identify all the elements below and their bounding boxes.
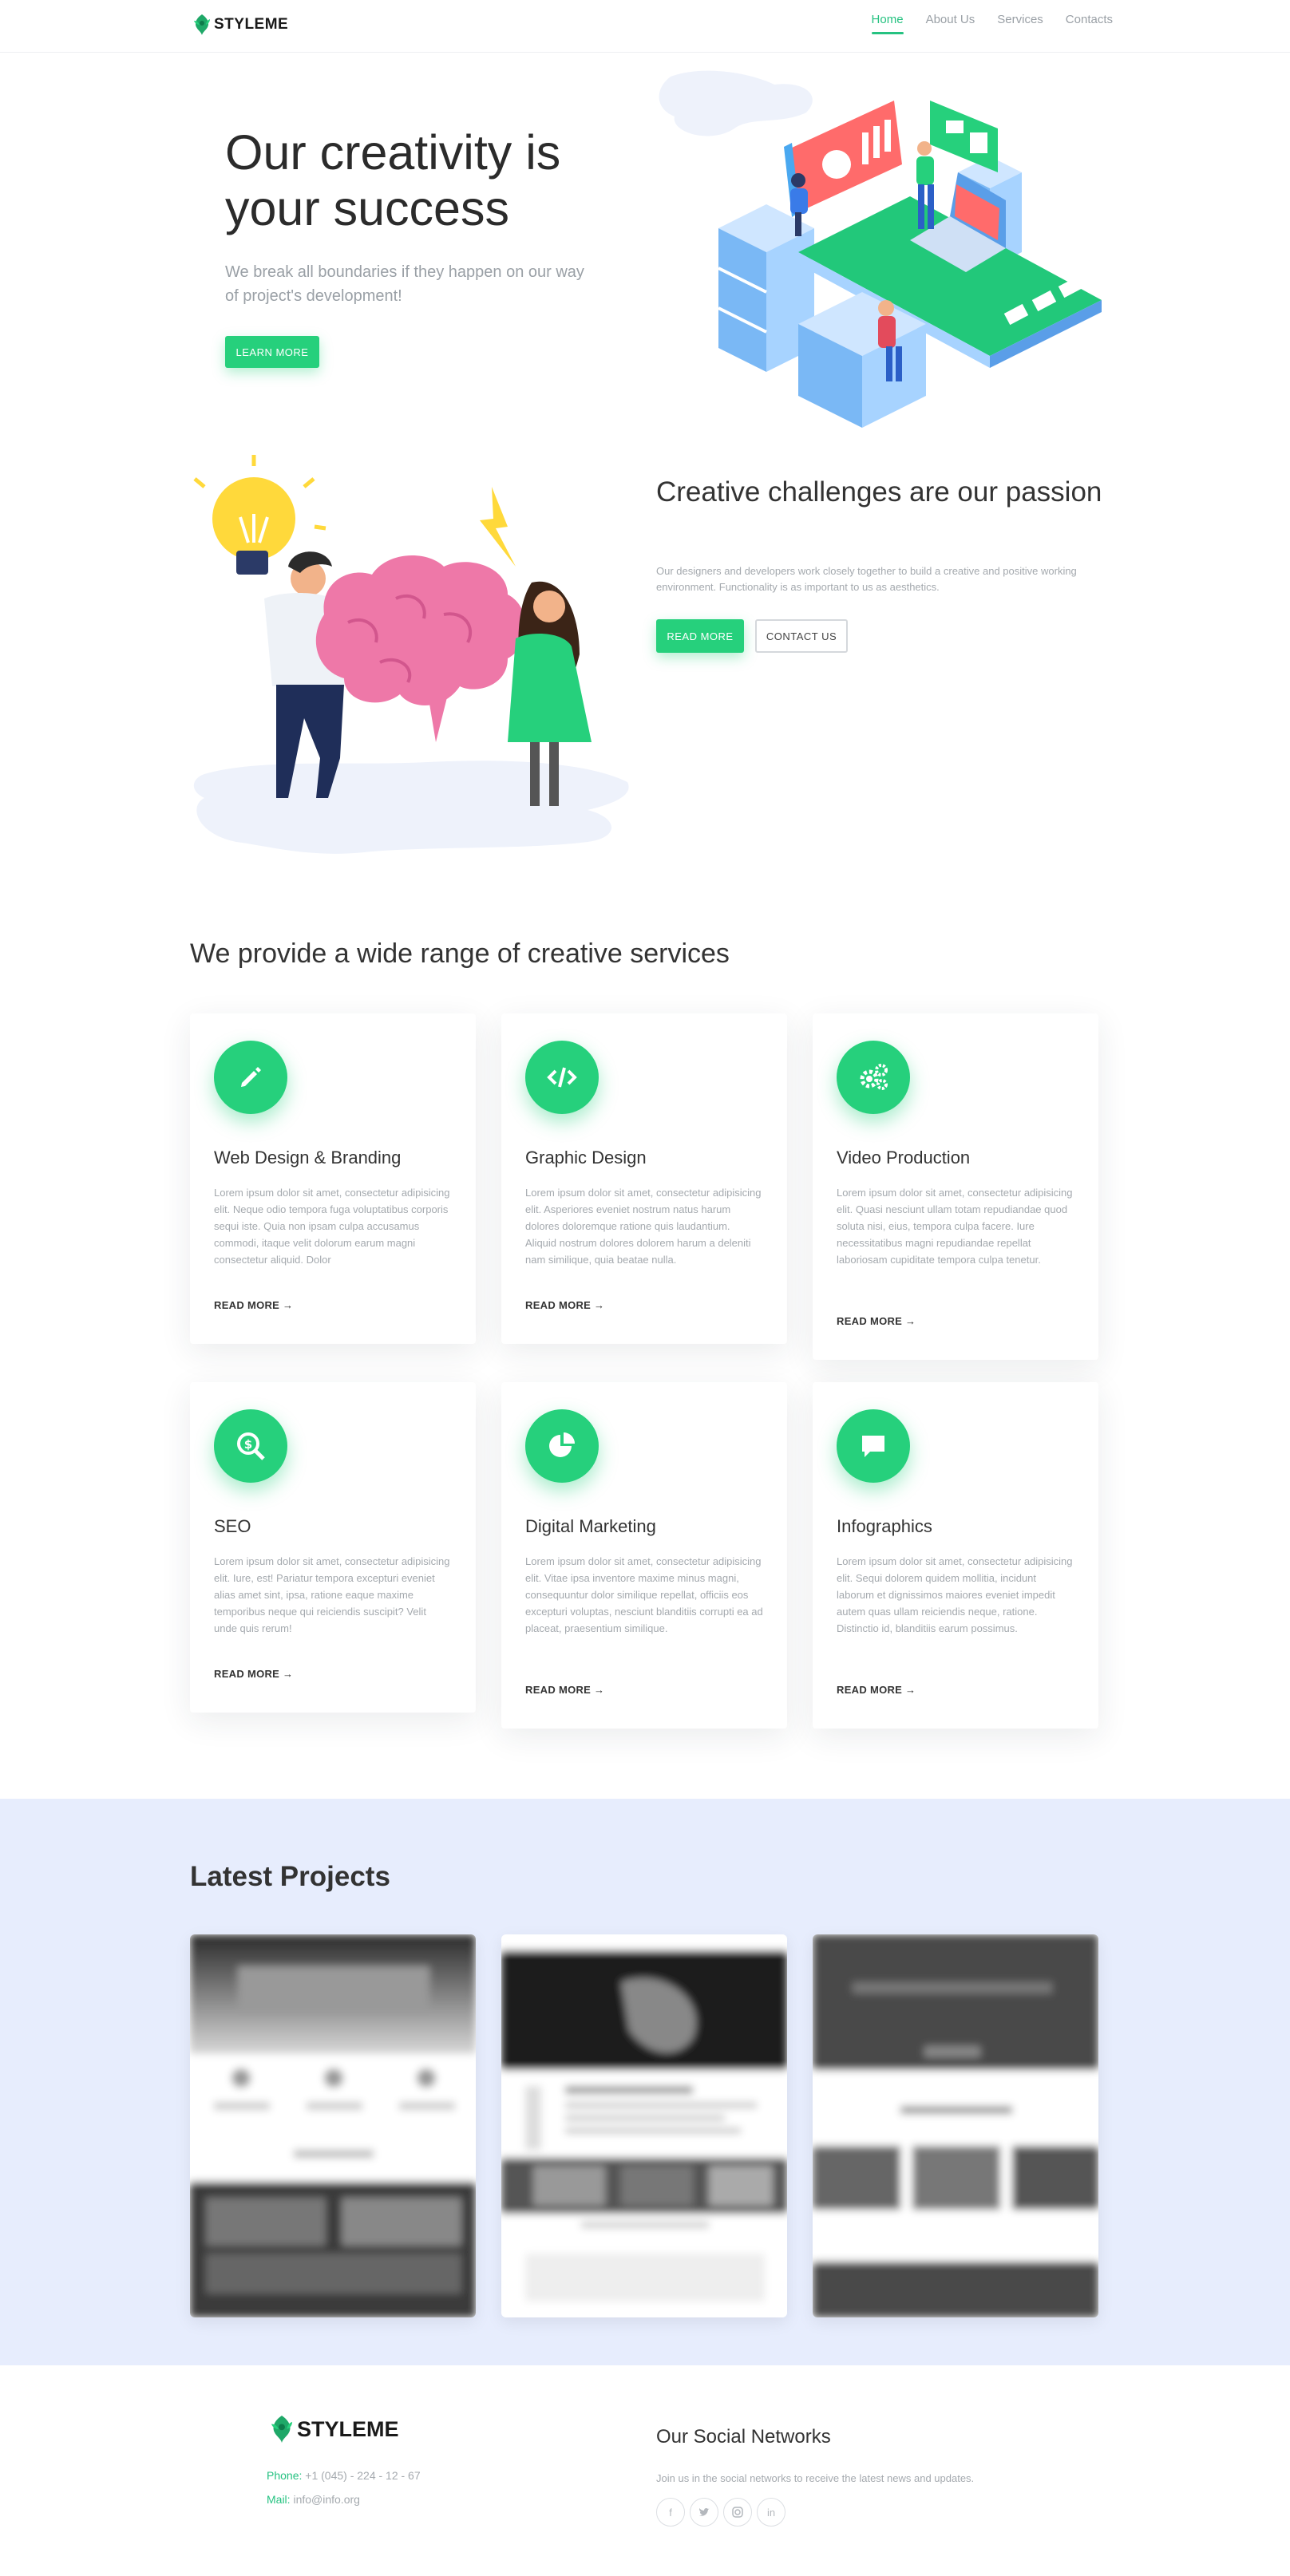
service-card-digital-marketing: Digital Marketing Lorem ipsum dolor sit …	[501, 1382, 787, 1729]
mail-value[interactable]: info@info.org	[293, 2493, 359, 2506]
challenges-title: Creative challenges are our passion	[656, 476, 1102, 508]
project-preview-image	[501, 1934, 787, 2317]
services-title: We provide a wide range of creative serv…	[190, 938, 730, 969]
nav-about-us[interactable]: About Us	[926, 13, 975, 34]
read-more-link[interactable]: READ MORE →	[525, 1299, 604, 1311]
challenges-text: Our designers and developers work closel…	[656, 565, 1077, 593]
leaf-logo-icon	[271, 2416, 293, 2443]
service-text: Lorem ipsum dolor sit amet, consectetur …	[837, 1187, 1073, 1266]
read-more-link[interactable]: READ MORE →	[837, 1315, 916, 1327]
phone-label: Phone:	[267, 2469, 303, 2482]
project-preview-image	[813, 1934, 1098, 2317]
service-title: Web Design & Branding	[214, 1148, 402, 1167]
social-title: Our Social Networks	[656, 2426, 831, 2448]
pie-chart-icon	[525, 1409, 599, 1483]
chat-bubble-icon	[837, 1409, 910, 1483]
service-text: Lorem ipsum dolor sit amet, consectetur …	[525, 1555, 763, 1634]
service-title: Infographics	[837, 1516, 932, 1536]
brand-logo[interactable]: STYLEME	[192, 13, 288, 37]
project-thumbnail-2[interactable]	[501, 1934, 787, 2317]
service-title: Graphic Design	[525, 1148, 647, 1167]
service-title: Digital Marketing	[525, 1516, 656, 1536]
nav-contacts[interactable]: Contacts	[1066, 13, 1113, 34]
nav-services[interactable]: Services	[997, 13, 1043, 34]
social-links: f in	[656, 2498, 785, 2527]
project-preview-image	[190, 1934, 476, 2317]
projects-title: Latest Projects	[190, 1861, 390, 1892]
brand-name: STYLEME	[214, 16, 289, 33]
read-more-link[interactable]: READ MORE →	[214, 1668, 293, 1680]
gears-icon	[837, 1041, 910, 1114]
brainstorm-illustration	[193, 455, 629, 854]
learn-more-button[interactable]: LEARN MORE	[225, 336, 319, 368]
linkedin-icon[interactable]: in	[757, 2498, 785, 2527]
svg-text:$: $	[244, 1437, 252, 1452]
nav-home[interactable]: Home	[871, 13, 904, 34]
service-text: Lorem ipsum dolor sit amet, consectetur …	[525, 1187, 762, 1266]
read-more-link[interactable]: READ MORE →	[525, 1684, 604, 1696]
hero-title: Our creativity is your success	[225, 125, 561, 235]
phone-value: +1 (045) - 224 - 12 - 67	[305, 2469, 421, 2482]
service-card-graphic-design: Graphic Design Lorem ipsum dolor sit ame…	[501, 1013, 787, 1344]
footer-logo[interactable]: STYLEME	[268, 2413, 399, 2445]
hero-subtitle: We break all boundaries if they happen o…	[225, 263, 584, 305]
footer-mail: Mail: info@info.org	[267, 2493, 360, 2506]
project-thumbnail-1[interactable]	[190, 1934, 476, 2317]
read-more-link[interactable]: READ MORE →	[837, 1684, 916, 1696]
footer-phone: Phone: +1 (045) - 224 - 12 - 67	[267, 2469, 421, 2482]
service-title: Video Production	[837, 1148, 971, 1167]
top-navbar: STYLEME Home About Us Services Contacts	[0, 0, 1290, 53]
pencil-icon	[214, 1041, 287, 1114]
service-text: Lorem ipsum dolor sit amet, consectetur …	[837, 1555, 1073, 1634]
leaf-logo-icon	[194, 14, 210, 35]
read-more-button[interactable]: READ MORE	[656, 619, 744, 653]
service-text: Lorem ipsum dolor sit amet, consectetur …	[214, 1187, 450, 1266]
social-text: Join us in the social networks to receiv…	[656, 2472, 975, 2484]
read-more-link[interactable]: READ MORE →	[214, 1299, 293, 1311]
service-title: SEO	[214, 1516, 251, 1536]
facebook-icon[interactable]: f	[656, 2498, 685, 2527]
project-thumbnail-3[interactable]	[813, 1934, 1098, 2317]
footer-brand-name: STYLEME	[297, 2416, 399, 2441]
isometric-office-illustration	[659, 70, 1102, 428]
service-card-infographics: Infographics Lorem ipsum dolor sit amet,…	[813, 1382, 1098, 1729]
mail-label: Mail:	[267, 2493, 291, 2506]
service-text: Lorem ipsum dolor sit amet, consectetur …	[214, 1555, 450, 1634]
service-card-seo: $ SEO Lorem ipsum dolor sit amet, consec…	[190, 1382, 476, 1713]
code-icon	[525, 1041, 599, 1114]
search-dollar-icon: $	[214, 1409, 287, 1483]
contact-us-button[interactable]: CONTACT US	[755, 619, 848, 653]
twitter-icon[interactable]	[690, 2498, 718, 2527]
service-card-web-design: Web Design & Branding Lorem ipsum dolor …	[190, 1013, 476, 1344]
instagram-icon[interactable]	[723, 2498, 752, 2527]
main-menu: Home About Us Services Contacts	[871, 13, 1113, 34]
service-card-video-production: Video Production Lorem ipsum dolor sit a…	[813, 1013, 1098, 1360]
